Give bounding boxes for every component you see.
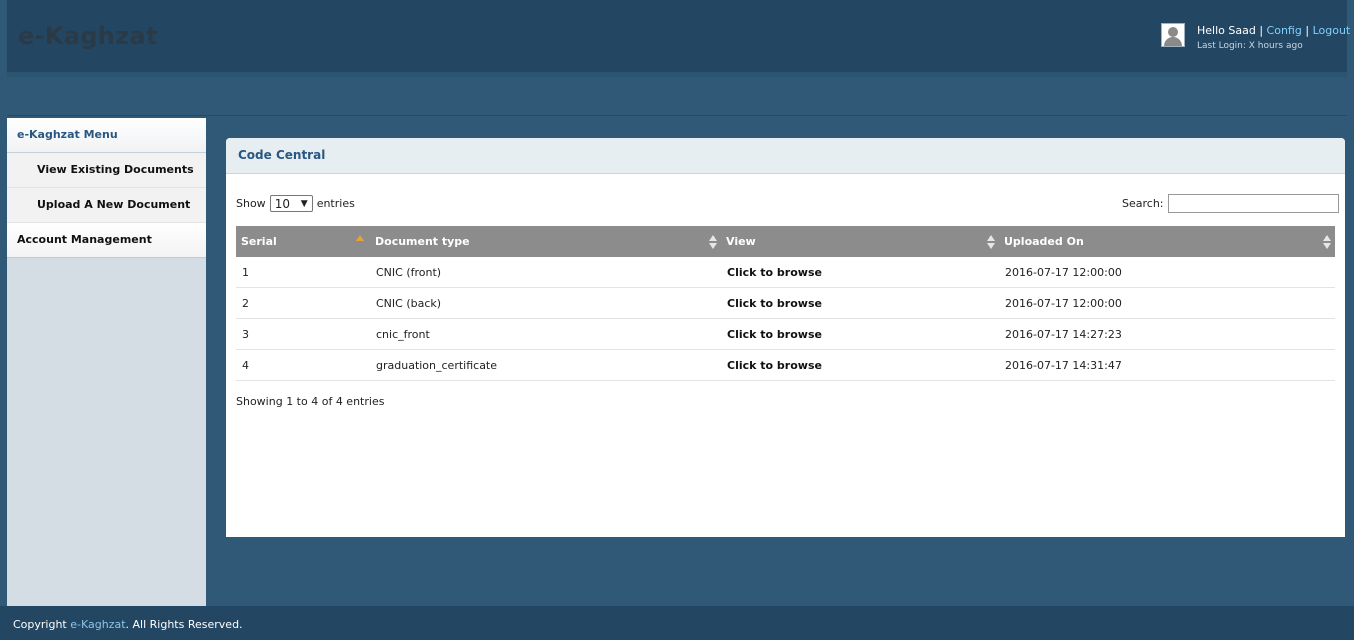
sidebar-item-view-documents[interactable]: View Existing Documents (7, 153, 206, 188)
panel-title: Code Central (226, 138, 1345, 174)
cell-serial: 1 (236, 257, 370, 288)
cell-document-type: CNIC (back) (370, 287, 721, 319)
chevron-down-icon: ▼ (300, 199, 308, 209)
cell-document-type: graduation_certificate (370, 349, 721, 381)
cell-serial: 3 (236, 318, 370, 350)
top-header: e-Kaghzat Hello Saad | Config | Logout L… (7, 0, 1350, 72)
cell-uploaded-on: 2016-07-17 12:00:00 (999, 257, 1335, 288)
header-strip (7, 72, 1347, 77)
separator: | (1305, 24, 1310, 37)
sort-both-icon (987, 235, 995, 249)
last-login-text: Last Login: X hours ago (1197, 41, 1303, 51)
sort-both-icon (1323, 235, 1331, 249)
browse-link[interactable]: Click to browse (721, 257, 999, 288)
sort-ascending-icon (356, 235, 364, 241)
cell-document-type: CNIC (front) (370, 257, 721, 288)
nav-divider (7, 115, 1347, 116)
greeting-text: Hello Saad (1197, 24, 1256, 37)
sidebar-item-account-management[interactable]: Account Management (7, 223, 206, 258)
table-header-row: Serial Document type View Uploaded On (236, 226, 1335, 257)
user-menu: Hello Saad | Config | Logout (1197, 24, 1350, 37)
sidebar-item-upload-document[interactable]: Upload A New Document (7, 188, 206, 223)
browse-link[interactable]: Click to browse (721, 349, 999, 381)
show-label: Show (236, 197, 266, 210)
browse-link[interactable]: Click to browse (721, 318, 999, 350)
column-header-uploaded-on[interactable]: Uploaded On (999, 226, 1335, 257)
separator: | (1259, 24, 1264, 37)
entries-select-value: 10 (274, 197, 290, 211)
copyright-suffix: . All Rights Reserved. (125, 618, 243, 631)
site-logo[interactable]: e-Kaghzat (18, 22, 158, 50)
footer-brand-link[interactable]: e-Kaghzat (70, 618, 125, 631)
table-row: 3 cnic_front Click to browse 2016-07-17 … (236, 318, 1335, 350)
logout-link[interactable]: Logout (1313, 24, 1351, 37)
cell-serial: 4 (236, 349, 370, 381)
sidebar-menu-title[interactable]: e-Kaghzat Menu (7, 118, 206, 153)
table-row: 2 CNIC (back) Click to browse 2016-07-17… (236, 287, 1335, 319)
app-root: e-Kaghzat Hello Saad | Config | Logout L… (0, 0, 1354, 640)
search-input[interactable] (1167, 194, 1339, 213)
config-link[interactable]: Config (1267, 24, 1302, 37)
cell-uploaded-on: 2016-07-17 14:27:23 (999, 318, 1335, 350)
table-row: 1 CNIC (front) Click to browse 2016-07-1… (236, 257, 1335, 288)
column-header-view[interactable]: View (721, 226, 999, 257)
entries-length-control: Show 10 ▼ entries (236, 195, 355, 212)
cell-serial: 2 (236, 287, 370, 319)
search-label: Search: (1122, 197, 1164, 210)
column-label: Document type (375, 235, 470, 248)
sort-both-icon (709, 235, 717, 249)
copyright-prefix: Copyright (13, 618, 71, 631)
table-info: Showing 1 to 4 of 4 entries (236, 395, 385, 408)
column-label: Serial (241, 235, 277, 248)
footer: Copyright e-Kaghzat. All Rights Reserved… (0, 606, 1354, 640)
cell-uploaded-on: 2016-07-17 14:31:47 (999, 349, 1335, 381)
table-row: 4 graduation_certificate Click to browse… (236, 349, 1335, 381)
column-header-document-type[interactable]: Document type (370, 226, 721, 257)
column-label: View (726, 235, 756, 248)
column-header-serial[interactable]: Serial (236, 226, 370, 257)
entries-select[interactable]: 10 ▼ (269, 195, 313, 212)
user-avatar-icon (1161, 23, 1185, 47)
column-label: Uploaded On (1004, 235, 1084, 248)
documents-table: Serial Document type View Uploaded On 1 … (236, 226, 1335, 381)
cell-document-type: cnic_front (370, 318, 721, 350)
sidebar: e-Kaghzat Menu View Existing Documents U… (7, 118, 206, 606)
copyright-text: Copyright e-Kaghzat. All Rights Reserved… (13, 618, 243, 631)
documents-panel: Code Central Show 10 ▼ entries Search: S… (226, 138, 1345, 537)
search-control: Search: (1122, 194, 1339, 213)
entries-label: entries (316, 197, 355, 210)
cell-uploaded-on: 2016-07-17 12:00:00 (999, 287, 1335, 319)
browse-link[interactable]: Click to browse (721, 287, 999, 319)
